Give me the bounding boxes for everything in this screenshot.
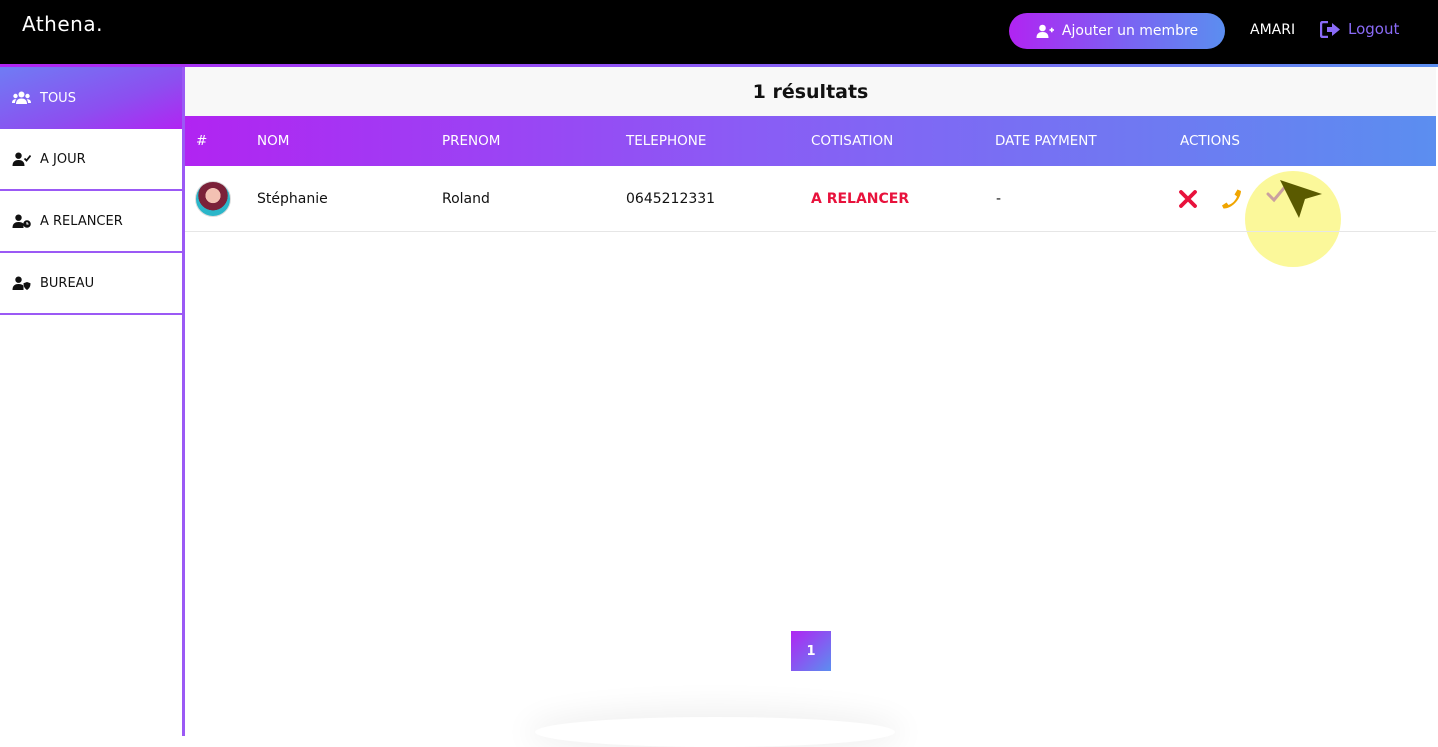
call-button[interactable] [1221, 166, 1243, 231]
table-header: # NOM PRENOM TELEPHONE COTISATION DATE P… [185, 116, 1436, 166]
add-member-label: Ajouter un membre [1061, 23, 1199, 39]
cell-prenom: Roland [442, 190, 490, 207]
mouse-cursor [1278, 166, 1324, 231]
status-badge: A RELANCER [811, 190, 910, 207]
top-navbar: Athena. Ajouter un membre AMARI Logout [0, 0, 1438, 67]
user-check-icon [12, 152, 31, 166]
main-content: 1 résultats # NOM PRENOM TELEPHONE COTIS… [185, 67, 1436, 736]
sidebar-item-a-jour[interactable]: A JOUR [0, 129, 182, 191]
current-username: AMARI [1250, 22, 1296, 38]
column-header-nom[interactable]: NOM [257, 116, 289, 166]
user-clock-icon [12, 214, 31, 228]
cell-date-payment: - [996, 190, 1002, 207]
cell-telephone: 0645212331 [626, 190, 716, 207]
results-count: 1 résultats [185, 67, 1436, 116]
column-header-index: # [196, 133, 208, 149]
user-shield-icon [12, 276, 31, 290]
sidebar-item-tous[interactable]: TOUS [0, 67, 182, 129]
column-header-date-payment[interactable]: DATE PAYMENT [995, 116, 1097, 166]
sidebar-item-label: A RELANCER [40, 213, 123, 229]
sidebar-item-label: BUREAU [40, 275, 95, 291]
column-header-prenom[interactable]: PRENOM [442, 116, 500, 166]
column-header-telephone[interactable]: TELEPHONE [626, 116, 706, 166]
cursor-arrow-icon [1280, 179, 1322, 218]
sidebar: TOUS A JOUR A RELANCER BUREAU [0, 67, 185, 736]
sidebar-item-a-relancer[interactable]: A RELANCER [0, 191, 182, 253]
footer-shadow [535, 717, 895, 747]
sidebar-item-label: A JOUR [40, 151, 86, 167]
brand-logo[interactable]: Athena. [22, 12, 103, 36]
phone-icon [1222, 189, 1241, 209]
add-member-button[interactable]: Ajouter un membre [1009, 13, 1225, 49]
delete-button[interactable] [1178, 166, 1198, 231]
pagination-page-button[interactable]: 1 [791, 631, 831, 671]
user-plus-icon [1036, 24, 1054, 38]
sidebar-item-label: TOUS [40, 90, 76, 106]
avatar-cell [195, 166, 231, 231]
column-header-cotisation[interactable]: COTISATION [811, 116, 893, 166]
avatar [195, 180, 231, 217]
users-icon [12, 91, 31, 104]
cell-nom: Stéphanie [257, 190, 328, 207]
column-header-actions: ACTIONS [1180, 133, 1240, 149]
table-row[interactable]: Stéphanie Roland 0645212331 A RELANCER - [185, 166, 1436, 232]
sidebar-item-bureau[interactable]: BUREAU [0, 253, 182, 315]
logout-icon [1320, 20, 1340, 38]
logout-button[interactable]: Logout [1320, 20, 1399, 38]
delete-icon [1179, 189, 1197, 208]
logout-label: Logout [1348, 20, 1400, 38]
